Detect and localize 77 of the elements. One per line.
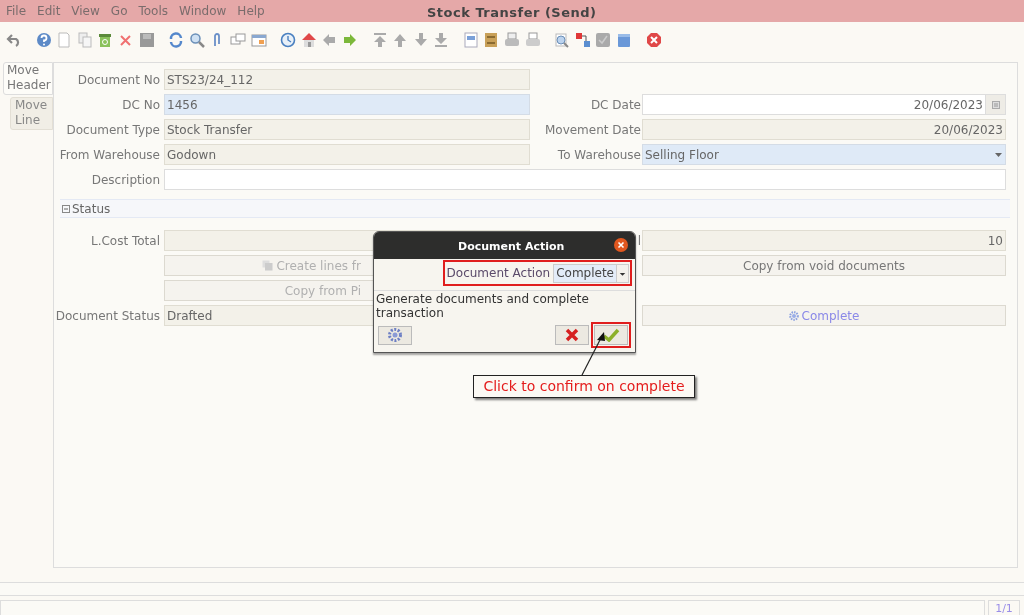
field-label: Movement Date	[544, 121, 641, 139]
printer-icon[interactable]	[524, 32, 541, 48]
cube-icon[interactable]	[616, 32, 633, 48]
arrow-up-icon[interactable]	[392, 32, 409, 48]
field-label: DC Date	[590, 96, 641, 114]
menu-item[interactable]: View	[71, 2, 100, 20]
field-label: Document Status	[54, 307, 161, 325]
first-record-icon[interactable]	[371, 32, 388, 48]
button[interactable]: Copy from void documents	[642, 255, 1006, 276]
collapse-icon[interactable]	[62, 204, 70, 213]
text-field[interactable]: STS23/24_112	[164, 69, 530, 90]
arrow-right-icon[interactable]	[341, 32, 358, 48]
arrow-down-icon[interactable]	[412, 32, 429, 48]
field-label: Description	[90, 171, 161, 189]
refresh-icon[interactable]	[168, 32, 185, 48]
menu-item[interactable]: Window	[179, 2, 227, 20]
field-label: l	[637, 232, 641, 250]
window-title: Stock Transfer (Send)	[427, 4, 597, 22]
dialog-title: Document Action	[458, 239, 565, 255]
text-field[interactable]: 20/06/2023	[642, 119, 1006, 140]
action-dropdown[interactable]: Complete	[553, 263, 629, 283]
field-label: Document Type	[65, 121, 161, 139]
check-icon	[602, 328, 620, 342]
home-icon[interactable]	[300, 32, 317, 48]
settings-button[interactable]	[378, 325, 412, 345]
menu-item[interactable]: Tools	[138, 2, 169, 20]
close-icon[interactable]	[614, 238, 628, 252]
text-field[interactable]: Stock Transfer	[164, 119, 530, 140]
field-label: To Warehouse	[557, 146, 641, 164]
checkbox-icon[interactable]	[595, 32, 612, 48]
menu-item[interactable]: Help	[237, 2, 265, 20]
cancel-button[interactable]	[555, 325, 589, 345]
tab[interactable]: Move Line	[10, 97, 53, 130]
calendar-icon	[991, 100, 1000, 109]
close-icon	[565, 328, 579, 342]
table-icon[interactable]	[250, 32, 267, 48]
menu-item[interactable]: Edit	[37, 2, 61, 20]
caret-icon	[616, 264, 628, 282]
date-field[interactable]: 20/06/2023	[642, 94, 1006, 115]
page-indicator: 1/1	[988, 600, 1020, 615]
button[interactable]: Complete	[642, 305, 1006, 326]
last-record-icon[interactable]	[433, 32, 450, 48]
section-title: Status	[72, 200, 111, 218]
caret-icon	[994, 150, 1003, 159]
arrow-left-icon[interactable]	[321, 32, 338, 48]
field-label: Document No	[76, 71, 161, 89]
help-icon[interactable]	[35, 32, 52, 48]
chat-icon[interactable]	[229, 32, 246, 48]
description-text: Generate documents and complete transaction	[374, 290, 635, 320]
trash-icon[interactable]	[97, 32, 114, 48]
gear-icon	[788, 310, 799, 321]
save-icon[interactable]	[138, 32, 155, 48]
field-label: From Warehouse	[58, 146, 161, 164]
dropdown[interactable]: Selling Floor	[642, 144, 1006, 165]
clock-icon[interactable]	[280, 32, 297, 48]
text-field[interactable]	[164, 169, 1006, 190]
zoom-icon[interactable]	[554, 32, 571, 48]
field-label: L.Cost Total	[89, 232, 161, 250]
report-icon[interactable]	[462, 32, 479, 48]
section-header[interactable]: Status	[60, 199, 1010, 218]
menu-item[interactable]: Go	[110, 2, 128, 20]
menu-item[interactable]: File	[6, 2, 27, 20]
copy-icon	[262, 260, 274, 271]
copy-icon[interactable]	[76, 32, 93, 48]
calendar-button[interactable]	[985, 95, 1005, 114]
tab[interactable]: Move Header	[3, 62, 53, 95]
gear-icon	[388, 328, 402, 342]
archive-icon[interactable]	[483, 32, 500, 48]
workflow-icon[interactable]	[574, 32, 591, 48]
search-icon[interactable]	[188, 32, 205, 48]
callout: Click to confirm on complete	[473, 375, 695, 398]
text-field[interactable]: Godown	[164, 144, 530, 165]
undo-icon[interactable]	[6, 32, 22, 48]
text-field[interactable]: 10	[642, 230, 1006, 251]
text-field[interactable]: 1456	[164, 94, 530, 115]
field-label: DC No	[121, 96, 161, 114]
delete-icon[interactable]	[117, 32, 134, 48]
